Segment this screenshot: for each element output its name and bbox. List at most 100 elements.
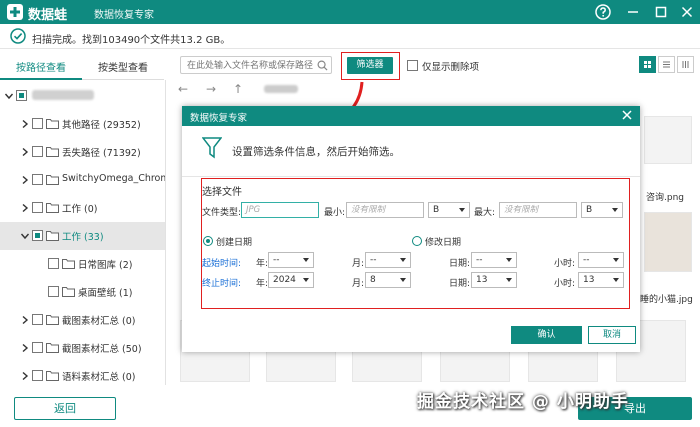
end-time-label: 终止时间: [202, 279, 242, 289]
chevron-down-icon[interactable] [20, 231, 30, 241]
cat-thumbnail[interactable] [644, 212, 692, 272]
grid-view-button[interactable] [639, 56, 656, 73]
watermark-text: 掘金技术社区 @ 小明助手 [417, 392, 629, 412]
search-input[interactable] [187, 59, 315, 72]
end-year-value: 2024 [273, 275, 296, 285]
title-bar: 数据蛙 数据恢复专家 [0, 0, 700, 24]
created-date-radio[interactable] [203, 236, 213, 246]
modified-date-radio[interactable] [412, 236, 422, 246]
chevron-right-icon[interactable] [20, 315, 30, 325]
file-thumbnail[interactable] [644, 116, 692, 164]
start-day-select[interactable]: -- [471, 252, 517, 268]
tree-item[interactable]: 工作 (33) [0, 222, 165, 250]
end-hour-select[interactable]: 13 [578, 272, 624, 288]
file-type-label: 文件类型: [202, 208, 242, 218]
up-arrow-icon[interactable]: ↑ [233, 82, 243, 96]
only-deleted-label: 仅显示删除项 [422, 62, 480, 73]
month-label: 月: [352, 279, 365, 289]
tree-item[interactable]: SwitchyOmega_Chromium [0, 166, 165, 194]
chevron-right-icon[interactable] [20, 147, 30, 157]
app-subtitle: 数据恢复专家 [94, 10, 154, 21]
modified-date-label: 修改日期 [425, 238, 462, 248]
folder-icon [46, 315, 59, 325]
tree-item[interactable]: 丢失路径 (71392) [0, 138, 165, 166]
tree-checkbox[interactable] [32, 230, 43, 241]
tree-checkbox[interactable] [32, 370, 43, 381]
file-name-label: 睡的小猫.jpg [640, 295, 693, 305]
end-day-select[interactable]: 13 [471, 272, 517, 288]
end-year-select[interactable]: 2024 [268, 272, 314, 288]
max-size-field[interactable]: 没有限制 [499, 202, 577, 218]
chevron-right-icon[interactable] [20, 119, 30, 129]
back-button[interactable]: 返回 [14, 397, 116, 420]
folder-icon [46, 119, 59, 129]
end-day-value: 13 [476, 275, 488, 285]
chevron-right-icon[interactable] [20, 203, 30, 213]
max-unit-value: B [586, 205, 593, 215]
folder-icon [46, 343, 59, 353]
search-box[interactable] [180, 56, 332, 74]
start-year-select[interactable]: -- [268, 252, 314, 268]
confirm-button[interactable]: 确认 [511, 326, 582, 344]
tree-checkbox[interactable] [32, 314, 43, 325]
dropdown-arrow-icon [506, 278, 512, 282]
day-label: 日期: [449, 259, 471, 269]
tree-checkbox[interactable] [32, 174, 43, 185]
folder-tree: 其他路径 (29352) 丢失路径 (71392) SwitchyOmega_Chr… [0, 80, 166, 385]
back-arrow-icon[interactable]: ← [178, 82, 188, 96]
tree-item[interactable]: 其他路径 (29352) [0, 110, 165, 138]
start-hour-select[interactable]: -- [578, 252, 624, 268]
only-deleted-checkbox[interactable] [407, 60, 418, 71]
tree-item[interactable]: 桌面壁纸 (1) [0, 278, 165, 306]
min-unit-select[interactable]: B [428, 202, 470, 218]
chevron-right-icon[interactable] [20, 175, 30, 185]
end-month-select[interactable]: 8 [365, 272, 411, 288]
help-icon[interactable] [594, 3, 612, 21]
cancel-button[interactable]: 取消 [588, 326, 636, 344]
created-date-label: 创建日期 [216, 238, 253, 248]
tree-checkbox[interactable] [32, 342, 43, 353]
tree-item-label: 工作 (0) [62, 204, 98, 215]
tab-by-type[interactable]: 按类型查看 [82, 60, 164, 80]
tree-checkbox[interactable] [48, 286, 59, 297]
folder-icon [62, 259, 75, 269]
folder-icon [62, 287, 75, 297]
tree-item-label: 工作 (33) [62, 232, 104, 243]
tree-checkbox[interactable] [48, 258, 59, 269]
tree-item-label: 桌面壁纸 (1) [78, 288, 133, 299]
tree-checkbox[interactable] [32, 146, 43, 157]
folder-icon [46, 147, 59, 157]
tree-item[interactable]: 截图素材汇总 (0) [0, 306, 165, 334]
maximize-icon[interactable] [652, 3, 670, 21]
tree-checkbox[interactable] [16, 90, 27, 101]
blurred-root-name [32, 90, 94, 100]
day-label: 日期: [449, 279, 471, 289]
search-icon[interactable] [317, 60, 328, 71]
chevron-right-icon[interactable] [20, 343, 30, 353]
dropdown-arrow-icon [612, 208, 618, 212]
chevron-down-icon[interactable] [4, 91, 14, 101]
detail-view-button[interactable] [677, 56, 694, 73]
tree-item[interactable]: 语料素材汇总 (0) [0, 362, 165, 385]
tree-item[interactable]: 日常图库 (2) [0, 250, 165, 278]
forward-arrow-icon[interactable]: → [206, 82, 216, 96]
tab-by-path[interactable]: 按路径查看 [0, 60, 82, 80]
dropdown-arrow-icon [459, 208, 465, 212]
max-unit-select[interactable]: B [581, 202, 623, 218]
minimize-icon[interactable] [624, 3, 642, 21]
status-bar: 扫描完成。找到103490个文件共13.2 GB。 [0, 24, 700, 49]
tree-item[interactable]: 截图素材汇总 (50) [0, 334, 165, 362]
min-size-field[interactable]: 没有限制 [346, 202, 424, 218]
tree-checkbox[interactable] [32, 202, 43, 213]
close-icon[interactable] [678, 3, 696, 21]
tree-item[interactable]: 工作 (0) [0, 194, 165, 222]
end-month-value: 8 [370, 275, 376, 285]
tree-root[interactable] [0, 82, 165, 110]
dialog-close-icon[interactable] [620, 108, 634, 122]
start-month-select[interactable]: -- [365, 252, 411, 268]
folder-icon [46, 175, 59, 185]
file-type-field[interactable]: JPG [241, 202, 319, 218]
list-view-button[interactable] [658, 56, 675, 73]
chevron-right-icon[interactable] [20, 371, 30, 381]
tree-checkbox[interactable] [32, 118, 43, 129]
